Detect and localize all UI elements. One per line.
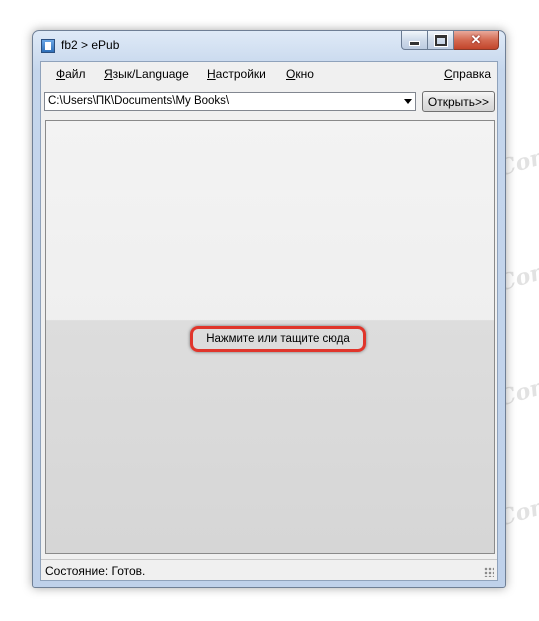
close-icon: ✕ [470,32,482,47]
menu-window[interactable]: Окно [286,67,314,81]
app-window: fb2 > ePub ✕ Файл Язык/Language Настройк… [32,30,506,588]
menu-file[interactable]: Файл [56,67,86,81]
minimize-icon [409,40,420,46]
menu-settings[interactable]: Настройки [207,67,266,81]
path-value: C:\Users\ПК\Documents\My Books\ [48,95,230,107]
maximize-button[interactable] [428,31,454,50]
minimize-button[interactable] [401,31,428,50]
close-button[interactable]: ✕ [454,31,499,50]
client-area: Файл Язык/Language Настройки Окно Справк… [40,61,498,581]
status-bar: Состояние: Готов. [41,559,497,580]
status-text: Состояние: Готов. [45,564,146,578]
window-controls: ✕ [401,31,499,50]
drop-area-label[interactable]: Нажмите или тащите сюда [190,326,366,352]
maximize-icon [433,33,448,47]
open-button[interactable]: Открыть>> [422,91,495,112]
app-icon[interactable] [41,39,55,53]
title-bar[interactable]: fb2 > ePub ✕ [33,31,505,61]
menu-help[interactable]: Справка [444,67,491,81]
window-title: fb2 > ePub [61,38,120,52]
menu-language[interactable]: Язык/Language [104,67,189,81]
drop-area[interactable]: Нажмите или тащите сюда [45,120,495,554]
menu-bar: Файл Язык/Language Настройки Окно Справк… [41,62,497,88]
dropdown-arrow-icon[interactable] [404,99,412,104]
path-combobox[interactable]: C:\Users\ПК\Documents\My Books\ [44,92,416,111]
resize-grip-icon[interactable] [484,567,494,577]
